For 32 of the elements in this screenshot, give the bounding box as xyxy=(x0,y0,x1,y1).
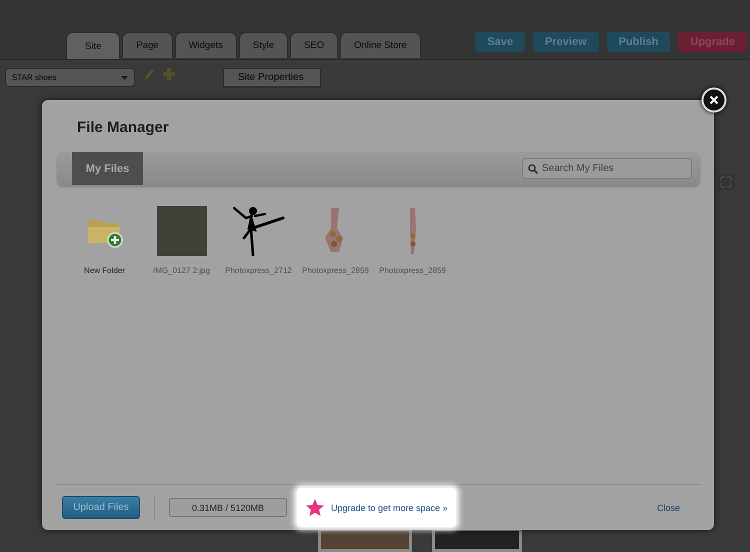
dialog-title: File Manager xyxy=(77,119,169,136)
action-button[interactable]: Preview xyxy=(533,32,599,52)
search-icon xyxy=(528,164,538,174)
pencil-icon[interactable] xyxy=(143,68,155,82)
editor-tab[interactable]: Online Store xyxy=(340,32,421,58)
search-field[interactable]: Search My Files xyxy=(522,158,692,179)
upload-files-button[interactable]: Upload Files xyxy=(62,496,140,519)
file-name: Photoxpress_2712 xyxy=(225,266,292,275)
close-icon[interactable] xyxy=(701,87,727,113)
file-name: New Folder xyxy=(84,266,125,275)
close-link[interactable]: Close xyxy=(656,502,680,512)
fullscreen-icon[interactable] xyxy=(718,174,734,190)
site-select[interactable]: STAR shoes xyxy=(5,68,135,87)
editor-tab[interactable]: Site xyxy=(66,32,120,59)
files-tab[interactable]: My Files xyxy=(72,152,143,185)
action-button[interactable]: Publish xyxy=(606,32,670,52)
settings-menu-item[interactable]: Site Properties xyxy=(224,69,320,87)
editor-tab[interactable]: SEO xyxy=(290,32,338,58)
star-icon xyxy=(305,498,325,518)
editor-tab[interactable]: Page xyxy=(122,32,173,58)
dancer-silhouette-drawing xyxy=(232,206,284,256)
file-name: Photoxpress_2859 xyxy=(302,266,369,275)
upgrade-link[interactable]: Upgrade to get more space » xyxy=(331,502,448,512)
file-name: IMG_0127 2.jpg xyxy=(153,266,210,275)
action-button[interactable]: Save xyxy=(475,32,526,52)
caret-icon xyxy=(121,76,128,80)
plus-icon[interactable] xyxy=(163,68,175,80)
file-name: Photoxpress_2859 xyxy=(379,266,446,275)
editor-tab[interactable]: Widgets xyxy=(174,32,237,58)
editor-tab[interactable]: Style xyxy=(238,32,288,58)
photo-placeholder xyxy=(156,206,206,256)
storage-usage: 0.31MB / 5120MB xyxy=(169,498,287,517)
